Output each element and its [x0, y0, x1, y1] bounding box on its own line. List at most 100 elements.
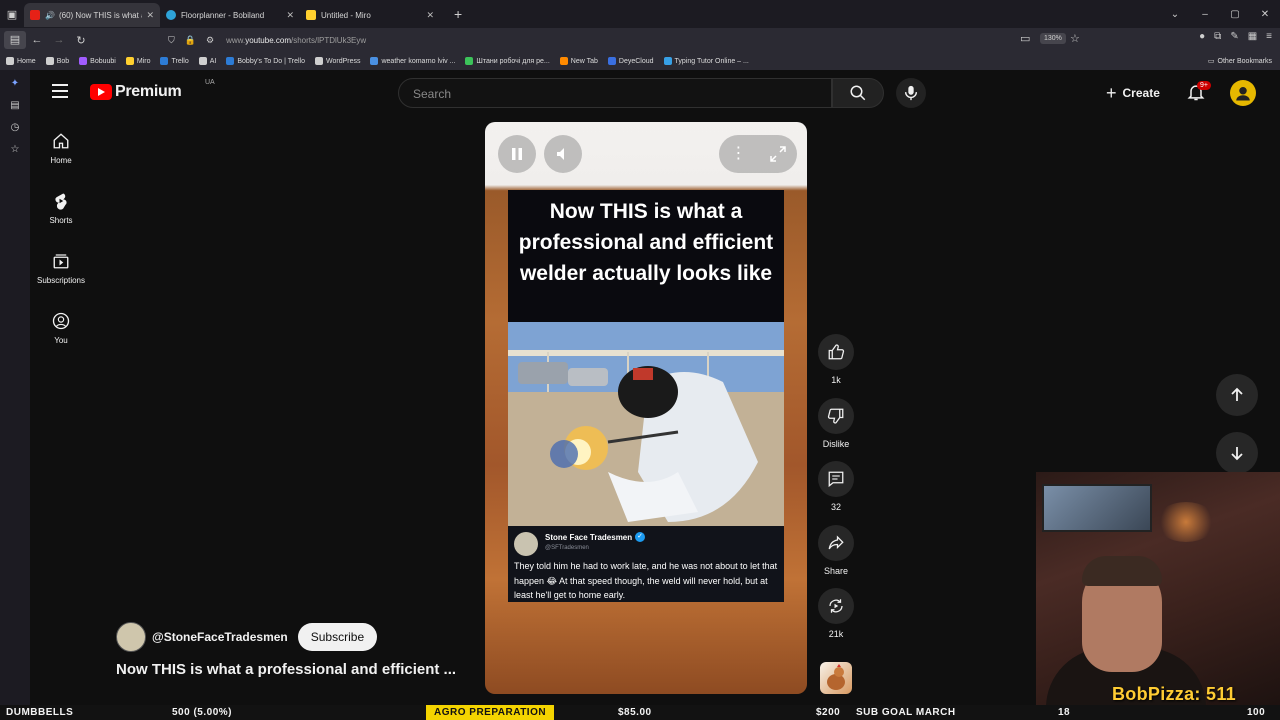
microphone-icon — [904, 85, 918, 101]
browser-tab-youtube[interactable]: 🔊 (60) Now THIS is what a pr ✕ — [24, 3, 160, 27]
share-icon — [828, 534, 844, 549]
channel-name[interactable]: @StoneFaceTradesmen — [152, 630, 288, 644]
browser-tab-bar: ▣ 🔊 (60) Now THIS is what a pr ✕ Floorpl… — [0, 0, 1280, 28]
bookmark-item[interactable]: Bobby's To Do | Trello — [226, 57, 305, 65]
pause-button[interactable] — [498, 135, 536, 173]
volume-button[interactable] — [544, 135, 582, 173]
new-tab-icon[interactable]: + — [454, 6, 462, 22]
sidebar-toggle-icon[interactable]: ▤ — [4, 31, 26, 49]
bookmark-item[interactable]: weather komarno lviv ... — [370, 57, 455, 65]
close-tab-icon[interactable]: ✕ — [286, 10, 294, 21]
plus-icon: + — [1106, 82, 1117, 103]
extension-icon[interactable]: ▦ — [1248, 31, 1257, 42]
extension-icon[interactable]: ● — [1199, 31, 1205, 42]
remix-action: 21k — [816, 588, 856, 652]
youtube-play-icon — [90, 84, 112, 100]
nav-item-you[interactable]: You — [30, 296, 92, 356]
youtube-premium-logo[interactable]: Premium UA — [90, 79, 215, 101]
extension-puzzle-icon[interactable]: ⧉ — [1214, 31, 1221, 42]
more-options-icon[interactable]: ⋮ — [731, 146, 747, 162]
subscriptions-icon — [53, 254, 69, 269]
dislike-button[interactable] — [818, 397, 854, 434]
search-button[interactable] — [832, 78, 884, 108]
bookmark-item[interactable]: Bobuubi — [79, 57, 116, 65]
bookmark-favicon-icon — [125, 57, 134, 65]
history-icon[interactable]: ◷ — [0, 122, 30, 134]
like-button[interactable] — [818, 334, 854, 370]
bookmark-item[interactable]: WordPress — [314, 57, 360, 65]
nav-item-subscriptions[interactable]: Subscriptions — [30, 236, 92, 296]
bookmark-favicon-icon — [607, 57, 616, 65]
remix-icon — [829, 599, 843, 613]
ticker-item: $200 — [816, 707, 841, 718]
channel-avatar[interactable] — [116, 622, 146, 652]
fullscreen-icon[interactable] — [769, 146, 786, 162]
sound-thumbnail[interactable] — [820, 662, 852, 694]
reader-view-icon[interactable]: ▭ — [1020, 32, 1030, 45]
next-short-button[interactable] — [1216, 432, 1258, 474]
bookmark-item[interactable]: Trello — [160, 57, 189, 65]
close-window-icon[interactable]: ✕ — [1250, 9, 1280, 20]
extension-icon[interactable]: ✎ — [1230, 31, 1238, 42]
shorts-player[interactable]: ⋮ Now THIS is what a professional and ef… — [485, 122, 807, 694]
previous-short-button[interactable] — [1216, 374, 1258, 416]
voice-search-button[interactable] — [896, 78, 926, 108]
ticker-item: $85.00 — [618, 707, 652, 718]
close-tab-icon[interactable]: ✕ — [146, 10, 154, 21]
reload-icon[interactable]: ↻ — [70, 34, 92, 47]
nav-item-home[interactable]: Home — [30, 116, 92, 176]
ticker-item: 100 — [1247, 707, 1266, 718]
thumbs-up-icon — [828, 344, 845, 360]
left-nav: Home Shorts Subscriptions You — [30, 116, 92, 356]
menu-icon[interactable]: ≡ — [1266, 31, 1272, 42]
hamburger-menu-icon[interactable] — [52, 84, 68, 98]
remix-count: 21k — [828, 629, 844, 639]
forward-icon[interactable]: → — [48, 34, 70, 46]
bookmark-favicon-icon — [559, 57, 568, 65]
bookmark-favicon-icon — [663, 57, 672, 65]
bookmark-item[interactable]: Home — [6, 57, 36, 65]
zoom-level[interactable]: 130% — [1040, 33, 1066, 44]
search-input[interactable]: Search — [398, 78, 832, 108]
browser-sidebar: ✦ ▤ ◷ ☆ — [0, 70, 30, 720]
tab-list-icon[interactable]: ▣ — [0, 0, 24, 28]
reading-list-icon[interactable]: ▤ — [0, 100, 30, 112]
browser-tab-miro[interactable]: Untitled - Miro ✕ — [300, 3, 440, 27]
bookmark-item[interactable]: Miro — [125, 57, 150, 65]
bookmark-item[interactable]: DeyeCloud — [607, 57, 654, 65]
subscribe-button[interactable]: Subscribe — [297, 623, 378, 651]
chevron-down-icon[interactable]: ⌄ — [1160, 9, 1190, 20]
url-field[interactable]: ⛉ 🔒 ⚙ www.youtube.com/shorts/lPTDlUk3Eyw — [168, 31, 1088, 49]
browser-tab-floorplanner[interactable]: Floorplanner - Bobiland ✕ — [160, 3, 300, 27]
remix-button[interactable] — [818, 588, 854, 624]
account-avatar[interactable] — [1230, 80, 1256, 106]
other-bookmarks[interactable]: ▭ Other Bookmarks — [1208, 52, 1272, 70]
tweet-avatar — [514, 532, 538, 556]
video-headline: Now THIS is what a professional and effi… — [518, 200, 774, 285]
bookmark-star-icon[interactable]: ☆ — [1070, 32, 1080, 45]
share-button[interactable] — [818, 524, 854, 561]
home-icon — [53, 133, 69, 149]
bookmarks-icon[interactable]: ☆ — [0, 144, 30, 156]
create-button[interactable]: + Create — [1096, 78, 1170, 108]
bookmark-item[interactable]: Typing Tutor Online – ... — [663, 57, 749, 65]
bookmark-item[interactable]: New Tab — [559, 57, 598, 65]
speaker-icon[interactable]: 🔊 — [45, 11, 55, 20]
pause-icon — [512, 148, 522, 160]
bookmark-item[interactable]: AI — [198, 57, 216, 65]
comments-button[interactable] — [818, 461, 854, 497]
extensions: ● ⧉ ✎ ▦ ≡ — [1199, 31, 1272, 42]
bookmark-favicon-icon — [45, 57, 54, 65]
ticker-item: 500 (5.00%) — [172, 707, 232, 718]
tweet-author: Stone Face Tradesmen — [545, 533, 633, 542]
nav-item-shorts[interactable]: Shorts — [30, 176, 92, 236]
minimize-icon[interactable]: – — [1190, 9, 1220, 20]
back-icon[interactable]: ← — [26, 34, 48, 46]
ai-assistant-icon[interactable]: ✦ — [0, 78, 30, 90]
short-title[interactable]: Now THIS is what a professional and effi… — [116, 661, 456, 678]
ticker-item: 18 — [1058, 707, 1071, 718]
maximize-icon[interactable]: ▢ — [1220, 9, 1250, 20]
bookmark-item[interactable]: Bob — [45, 57, 69, 65]
close-tab-icon[interactable]: ✕ — [426, 10, 434, 21]
bookmark-item[interactable]: Штани робочі для ре... — [465, 57, 550, 65]
